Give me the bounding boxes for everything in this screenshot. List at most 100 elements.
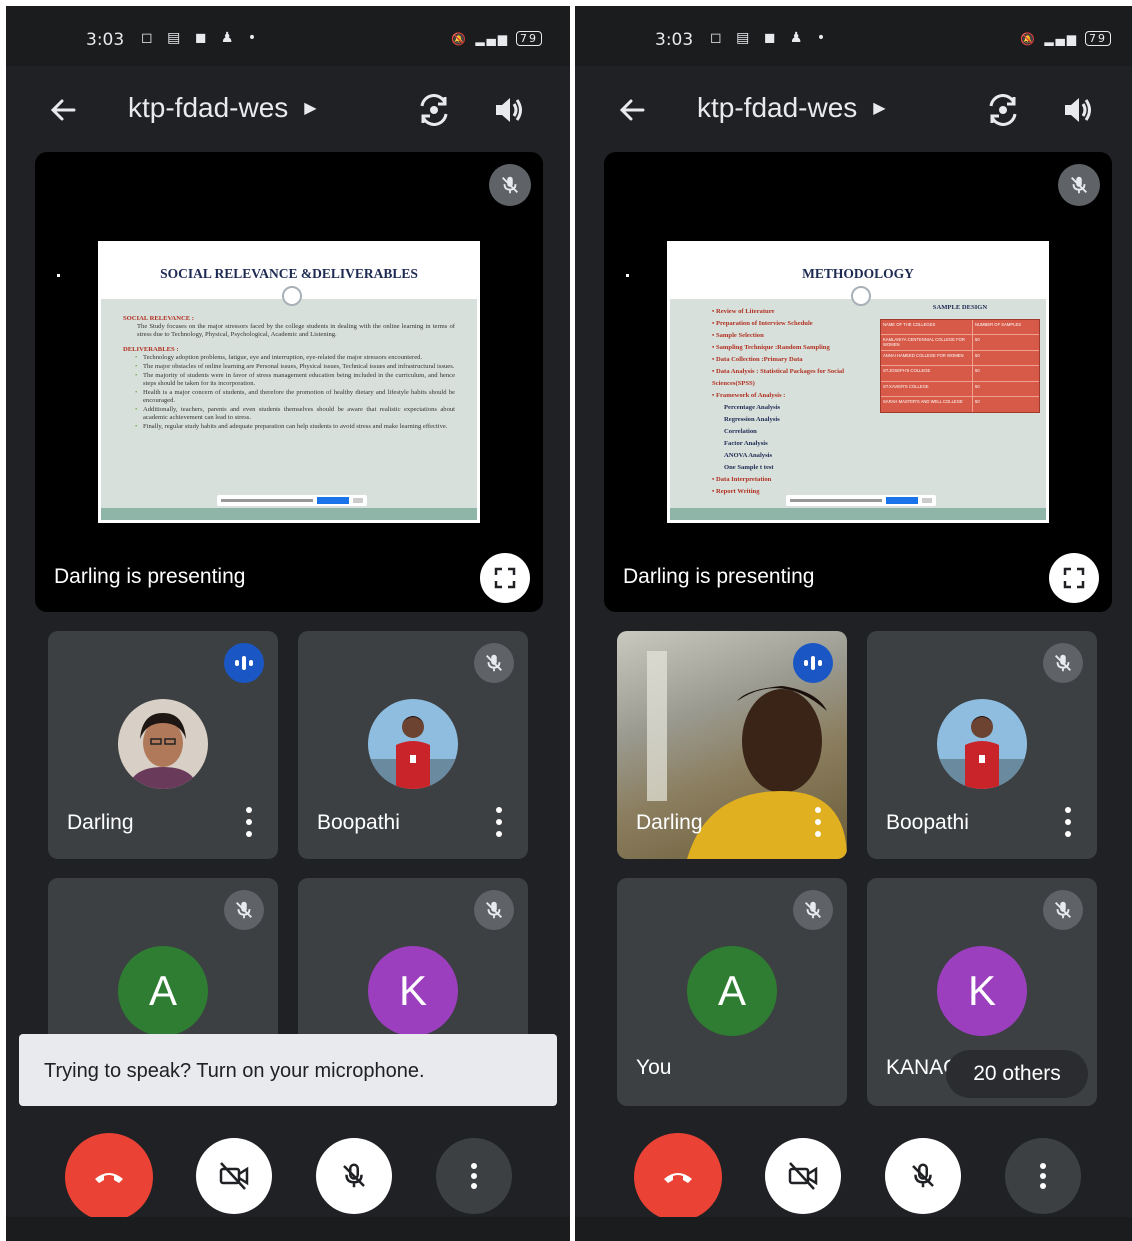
slide-bullet: Finally, regular study habits and adequa… <box>135 423 455 431</box>
slide-bullet: Additionally, teachers, parents and even… <box>135 406 455 422</box>
bell-off-icon: 🔕 <box>451 31 469 46</box>
back-arrow-icon[interactable] <box>613 90 653 130</box>
notification-icons: ◻ ▤ ◼ ♟ • <box>710 30 831 46</box>
signal-icon: ▂▄▆ <box>1044 31 1078 46</box>
mic-off-icon <box>474 890 514 930</box>
participant-name: Boopathi <box>317 811 400 834</box>
table-cell: SARAH MASTER'S AND WELL COLLEGE <box>881 396 973 413</box>
status-time: 3:03 <box>655 30 694 50</box>
speaking-indicator-icon <box>224 643 264 683</box>
shared-slide: METHODOLOGY • Review of Literature • Prep… <box>667 241 1049 523</box>
avatar-letter: K <box>937 946 1027 1036</box>
participant-name: You <box>636 1056 672 1079</box>
participant-name: Darling <box>636 811 703 834</box>
switch-camera-icon[interactable] <box>414 90 454 130</box>
methodology-item: • Framework of Analysis : <box>712 392 786 399</box>
methodology-item: Factor Analysis <box>724 440 768 447</box>
more-options-icon[interactable] <box>494 807 504 837</box>
battery-icon: 79 <box>1085 31 1111 46</box>
participant-tile-boopathi[interactable]: Boopathi <box>867 631 1097 859</box>
camera-toggle-button[interactable] <box>196 1138 272 1214</box>
meeting-code: ktp-fdad-wes <box>697 92 858 123</box>
video-off-icon <box>219 1162 249 1190</box>
methodology-item: Regression Analysis <box>724 416 780 423</box>
video-off-icon <box>788 1162 818 1190</box>
participant-tile-darling[interactable]: Darling <box>48 631 278 859</box>
meeting-title[interactable]: ktp-fdad-wes ▶ <box>697 92 886 124</box>
table-cell: KAMLANIYA CENTENNIAL COLLEGE FOR WOMEN <box>881 335 973 350</box>
mic-off-icon <box>224 890 264 930</box>
battery-icon: 79 <box>516 31 542 46</box>
system-icons: 🔕 ▂▄▆ 79 <box>1020 31 1111 46</box>
methodology-item: • Sampling Technique :Random Sampling <box>712 344 830 351</box>
more-options-button[interactable] <box>1005 1138 1081 1214</box>
status-bar: 3:03 ◻ ▤ ◼ ♟ • 🔕 ▂▄▆ 79 <box>6 6 570 66</box>
participant-name: Boopathi <box>886 811 969 834</box>
microphone-toggle-button[interactable] <box>885 1138 961 1214</box>
fullscreen-button[interactable] <box>480 553 530 603</box>
methodology-item: Percentage Analysis <box>724 404 781 411</box>
meeting-title[interactable]: ktp-fdad-wes ▶ <box>128 92 317 124</box>
methodology-item: • Review of Literature <box>712 308 775 315</box>
table-cell: 50 <box>975 368 980 374</box>
phone-hangup-icon <box>664 1173 692 1183</box>
presenting-label: Darling is presenting <box>623 565 815 588</box>
avatar-letter: A <box>687 946 777 1036</box>
methodology-item: • Data Interpretation <box>712 476 772 483</box>
presentation-area[interactable]: METHODOLOGY • Review of Literature • Prep… <box>604 152 1112 612</box>
participant-tile-darling[interactable]: Darling <box>617 631 847 859</box>
microphone-toggle-button[interactable] <box>316 1138 392 1214</box>
mic-off-icon <box>1058 164 1100 206</box>
top-bar: ktp-fdad-wes ▶ <box>6 66 570 150</box>
back-arrow-icon[interactable] <box>44 90 84 130</box>
slide-bullet: The major obstacles of online learning a… <box>135 363 455 371</box>
more-options-icon[interactable] <box>1063 807 1073 837</box>
presenting-label: Darling is presenting <box>54 565 246 588</box>
sample-design-table: NAME OF THE COLLEGES NUMBER OF SAMPLES KAM… <box>880 319 1040 414</box>
chevron-right-icon: ▶ <box>873 100 886 117</box>
fullscreen-icon <box>1063 567 1085 589</box>
table-cell: 50 <box>975 337 980 343</box>
participant-tile-you[interactable]: A You <box>617 878 847 1106</box>
fullscreen-button[interactable] <box>1049 553 1099 603</box>
methodology-item: ANOVA Analysis <box>724 452 773 459</box>
call-controls <box>6 1133 570 1223</box>
slide-bullet: The majority of students were in favor o… <box>135 372 455 388</box>
camera-toggle-button[interactable] <box>765 1138 841 1214</box>
system-nav-bar <box>6 1217 570 1241</box>
avatar-letter: A <box>118 946 208 1036</box>
more-options-button[interactable] <box>436 1138 512 1214</box>
chevron-right-icon: ▶ <box>304 100 317 117</box>
others-count-button[interactable]: 20 others <box>946 1050 1088 1098</box>
table-cell: NUMBER OF SAMPLES <box>975 322 1022 327</box>
avatar <box>937 699 1027 789</box>
participant-tile-boopathi[interactable]: Boopathi <box>298 631 528 859</box>
shared-slide: SOCIAL RELEVANCE &DELIVERABLES SOCIAL RE… <box>98 241 480 523</box>
speaking-indicator-icon <box>793 643 833 683</box>
hang-up-button[interactable] <box>634 1133 722 1221</box>
methodology-item: Correlation <box>724 428 757 435</box>
table-row: SARAH MASTER'S AND WELL COLLEGE 50 <box>881 396 1039 413</box>
table-row: ST.XAVIER'S COLLEGE 50 <box>881 381 1039 397</box>
slide-decoration-circle <box>282 286 302 306</box>
mic-off-icon <box>1043 643 1083 683</box>
more-options-icon[interactable] <box>244 807 254 837</box>
methodology-item: • Data Collection :Primary Data <box>712 356 803 363</box>
hang-up-button[interactable] <box>65 1133 153 1221</box>
mic-off-icon <box>343 1163 365 1188</box>
system-icons: 🔕 ▂▄▆ 79 <box>451 31 542 46</box>
call-controls <box>575 1133 1132 1223</box>
speaker-icon[interactable] <box>1057 90 1097 130</box>
microphone-toast[interactable]: Trying to speak? Turn on your microphone… <box>19 1034 557 1106</box>
more-options-icon[interactable] <box>813 807 823 837</box>
slide-paragraph: The Study focuses on the major stressors… <box>137 323 455 338</box>
more-vert-icon <box>471 1163 477 1189</box>
speaker-icon[interactable] <box>488 90 528 130</box>
table-cell: ST.XAVIER'S COLLEGE <box>881 381 973 396</box>
table-cell: ST.JOSEPH'S COLLEGE <box>881 366 973 381</box>
presentation-area[interactable]: SOCIAL RELEVANCE &DELIVERABLES SOCIAL RE… <box>35 152 543 612</box>
methodology-item: One Sample t test <box>724 464 774 471</box>
more-vert-icon <box>1040 1163 1046 1189</box>
notification-icons: ◻ ▤ ◼ ♟ • <box>141 30 262 46</box>
switch-camera-icon[interactable] <box>983 90 1023 130</box>
